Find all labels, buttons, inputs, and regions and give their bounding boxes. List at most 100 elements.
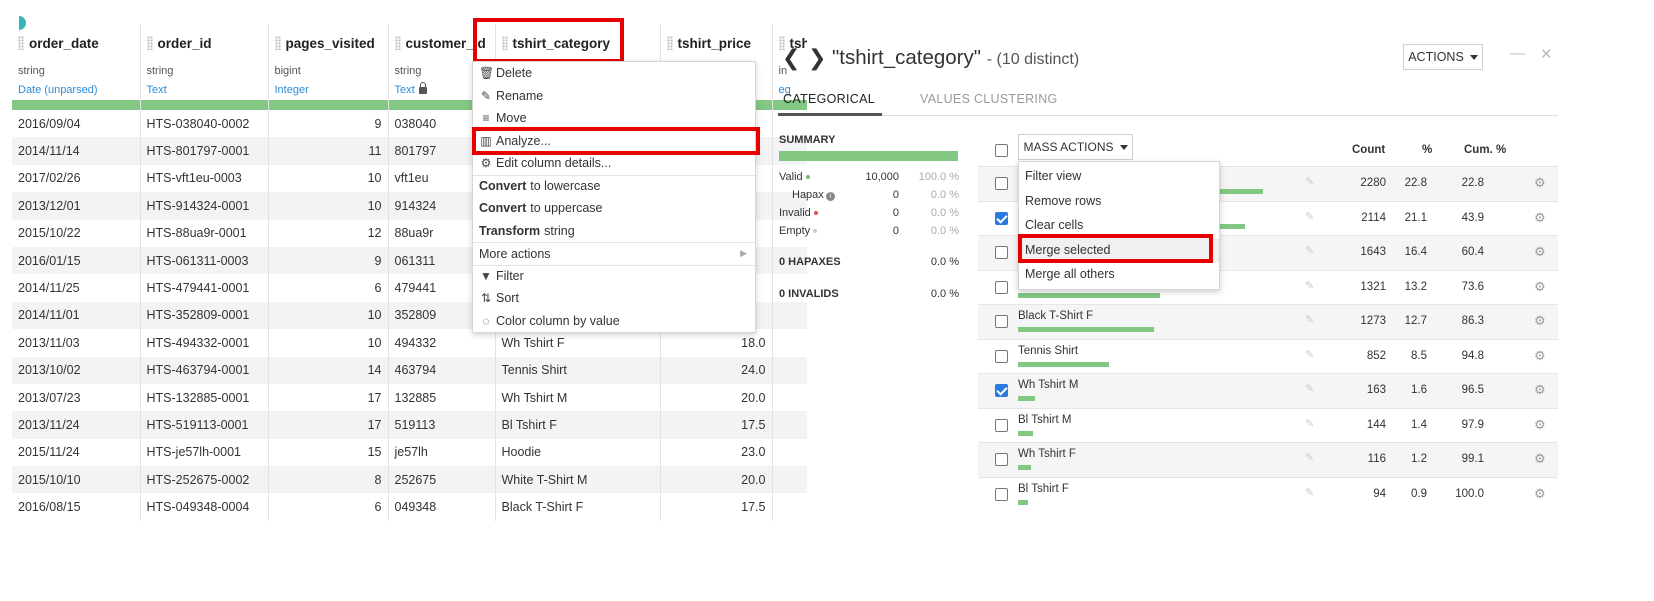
- gear-icon[interactable]: ⚙: [1534, 313, 1546, 329]
- table-cell[interactable]: 10: [268, 301, 389, 330]
- table-cell[interactable]: 2017/02/26: [12, 164, 141, 193]
- table-cell[interactable]: 252675: [388, 466, 496, 494]
- gear-icon[interactable]: ⚙: [1534, 210, 1546, 226]
- mass-menu-item-clear-cells[interactable]: Clear cells: [1019, 213, 1219, 238]
- table-cell[interactable]: 2015/10/22: [12, 219, 141, 247]
- table-cell[interactable]: 2013/11/24: [12, 411, 141, 439]
- table-cell[interactable]: 463794: [388, 356, 496, 384]
- table-cell[interactable]: HTS-038040-0002: [140, 110, 269, 138]
- value-checkbox[interactable]: [995, 280, 1008, 294]
- table-cell[interactable]: HTS-061311-0003: [140, 246, 269, 275]
- table-cell[interactable]: 10: [268, 329, 389, 357]
- table-cell[interactable]: 2016/09/04: [12, 110, 141, 138]
- menu-item-sort[interactable]: ⇅ Sort: [473, 287, 755, 310]
- mass-actions-button[interactable]: MASS ACTIONS: [1018, 134, 1133, 160]
- table-cell[interactable]: 2015/11/24: [12, 438, 141, 467]
- table-cell[interactable]: 20.0: [660, 466, 773, 494]
- value-checkbox[interactable]: [995, 177, 1008, 190]
- table-cell[interactable]: HTS-352809-0001: [140, 301, 269, 330]
- menu-item-string[interactable]: Transform string: [473, 220, 755, 243]
- value-checkbox[interactable]: [995, 384, 1008, 397]
- value-name[interactable]: Black T-Shirt F: [1018, 310, 1093, 322]
- value-checkbox[interactable]: [995, 418, 1008, 432]
- pencil-icon[interactable]: ✎: [1305, 175, 1314, 188]
- pencil-icon[interactable]: ✎: [1305, 244, 1314, 257]
- column-header[interactable]: order_date string Date (unparsed): [12, 24, 141, 100]
- mass-menu-item-merge-all-others[interactable]: Merge all others: [1019, 262, 1219, 287]
- table-cell[interactable]: HTS-je57lh-0001: [140, 438, 269, 467]
- tab-categorical[interactable]: CATEGORICAL: [778, 92, 882, 116]
- table-cell[interactable]: 049348: [388, 493, 496, 521]
- table-cell[interactable]: HTS-519113-0001: [140, 411, 269, 439]
- table-cell[interactable]: 132885: [388, 383, 496, 412]
- table-cell[interactable]: 6: [268, 274, 389, 302]
- close-icon[interactable]: ✕: [1540, 45, 1553, 63]
- drag-handle-icon[interactable]: [394, 36, 401, 50]
- select-all-checkbox[interactable]: [995, 144, 1008, 157]
- menu-item-to-lowercase[interactable]: Convert to lowercase: [473, 174, 755, 198]
- drag-handle-icon[interactable]: [274, 36, 281, 50]
- value-checkbox[interactable]: [995, 453, 1008, 466]
- table-cell[interactable]: 15: [268, 438, 389, 467]
- value-name[interactable]: Tennis Shirt: [1018, 345, 1078, 357]
- table-cell[interactable]: 6: [268, 493, 389, 521]
- pencil-icon[interactable]: ✎: [1305, 348, 1314, 361]
- mass-menu-item-merge-selected[interactable]: Merge selected: [1019, 237, 1219, 262]
- table-cell[interactable]: HTS-88ua9r-0001: [140, 219, 269, 247]
- menu-item-move[interactable]: ≡ Move: [473, 107, 755, 130]
- table-cell[interactable]: 8: [268, 466, 389, 494]
- value-name[interactable]: Wh Tshirt M: [1018, 379, 1079, 391]
- column-header[interactable]: order_id string Text: [140, 24, 269, 100]
- pencil-icon[interactable]: ✎: [1305, 313, 1314, 326]
- table-cell[interactable]: 2013/07/23: [12, 383, 141, 412]
- table-cell[interactable]: 20.0: [660, 383, 773, 412]
- table-cell[interactable]: 23.0: [660, 438, 773, 467]
- tab-values-clustering[interactable]: VALUES CLUSTERING: [920, 92, 1058, 116]
- value-name[interactable]: Bl Tshirt M: [1018, 414, 1071, 426]
- table-cell[interactable]: Wh Tshirt M: [495, 383, 661, 412]
- column-meaning[interactable]: Text: [147, 81, 262, 100]
- table-cell[interactable]: White T-Shirt M: [495, 466, 661, 494]
- value-checkbox[interactable]: [995, 349, 1008, 363]
- gear-icon[interactable]: ⚙: [1534, 417, 1546, 433]
- table-cell[interactable]: HTS-914324-0001: [140, 192, 269, 220]
- table-cell[interactable]: 9: [268, 246, 389, 275]
- table-cell[interactable]: 18.0: [660, 329, 773, 357]
- value-checkbox[interactable]: [995, 487, 1008, 501]
- gear-icon[interactable]: ⚙: [1534, 348, 1546, 364]
- table-cell[interactable]: HTS-252675-0002: [140, 466, 269, 494]
- table-cell[interactable]: 494332: [388, 329, 496, 357]
- gear-icon[interactable]: ⚙: [1534, 244, 1546, 260]
- table-cell[interactable]: 24.0: [660, 356, 773, 384]
- table-cell[interactable]: Wh Tshirt F: [495, 329, 661, 357]
- pencil-icon[interactable]: ✎: [1305, 451, 1314, 464]
- menu-item-to-uppercase[interactable]: Convert to uppercase: [473, 197, 755, 220]
- info-icon[interactable]: i: [825, 192, 835, 201]
- drag-handle-icon[interactable]: [146, 36, 153, 50]
- table-cell[interactable]: 9: [268, 110, 389, 138]
- pencil-icon[interactable]: ✎: [1305, 417, 1314, 430]
- gear-icon[interactable]: ⚙: [1534, 382, 1546, 398]
- table-cell[interactable]: HTS-132885-0001: [140, 383, 269, 412]
- pencil-icon[interactable]: ✎: [1305, 210, 1314, 223]
- table-cell[interactable]: HTS-801797-0001: [140, 137, 269, 165]
- column-meaning[interactable]: Integer: [275, 81, 382, 100]
- mass-menu-item-remove-rows[interactable]: Remove rows: [1019, 189, 1219, 214]
- table-cell[interactable]: 17.5: [660, 411, 773, 439]
- table-cell[interactable]: 2013/11/03: [12, 329, 141, 357]
- table-cell[interactable]: HTS-vft1eu-0003: [140, 164, 269, 193]
- value-name[interactable]: Wh Tshirt F: [1018, 448, 1076, 460]
- drag-handle-icon[interactable]: [18, 36, 24, 50]
- table-cell[interactable]: 2014/11/25: [12, 274, 141, 302]
- table-cell[interactable]: 17: [268, 383, 389, 412]
- table-cell[interactable]: 2014/11/14: [12, 137, 141, 165]
- actions-button[interactable]: ACTIONS: [1403, 44, 1483, 70]
- table-cell[interactable]: 17: [268, 411, 389, 439]
- value-name[interactable]: Bl Tshirt F: [1018, 483, 1069, 495]
- drag-handle-icon[interactable]: [666, 36, 673, 50]
- table-cell[interactable]: HTS-049348-0004: [140, 493, 269, 521]
- table-cell[interactable]: 11: [268, 137, 389, 165]
- gear-icon[interactable]: ⚙: [1534, 279, 1546, 295]
- pencil-icon[interactable]: ✎: [1305, 382, 1314, 395]
- minimize-icon[interactable]: —: [1510, 45, 1525, 62]
